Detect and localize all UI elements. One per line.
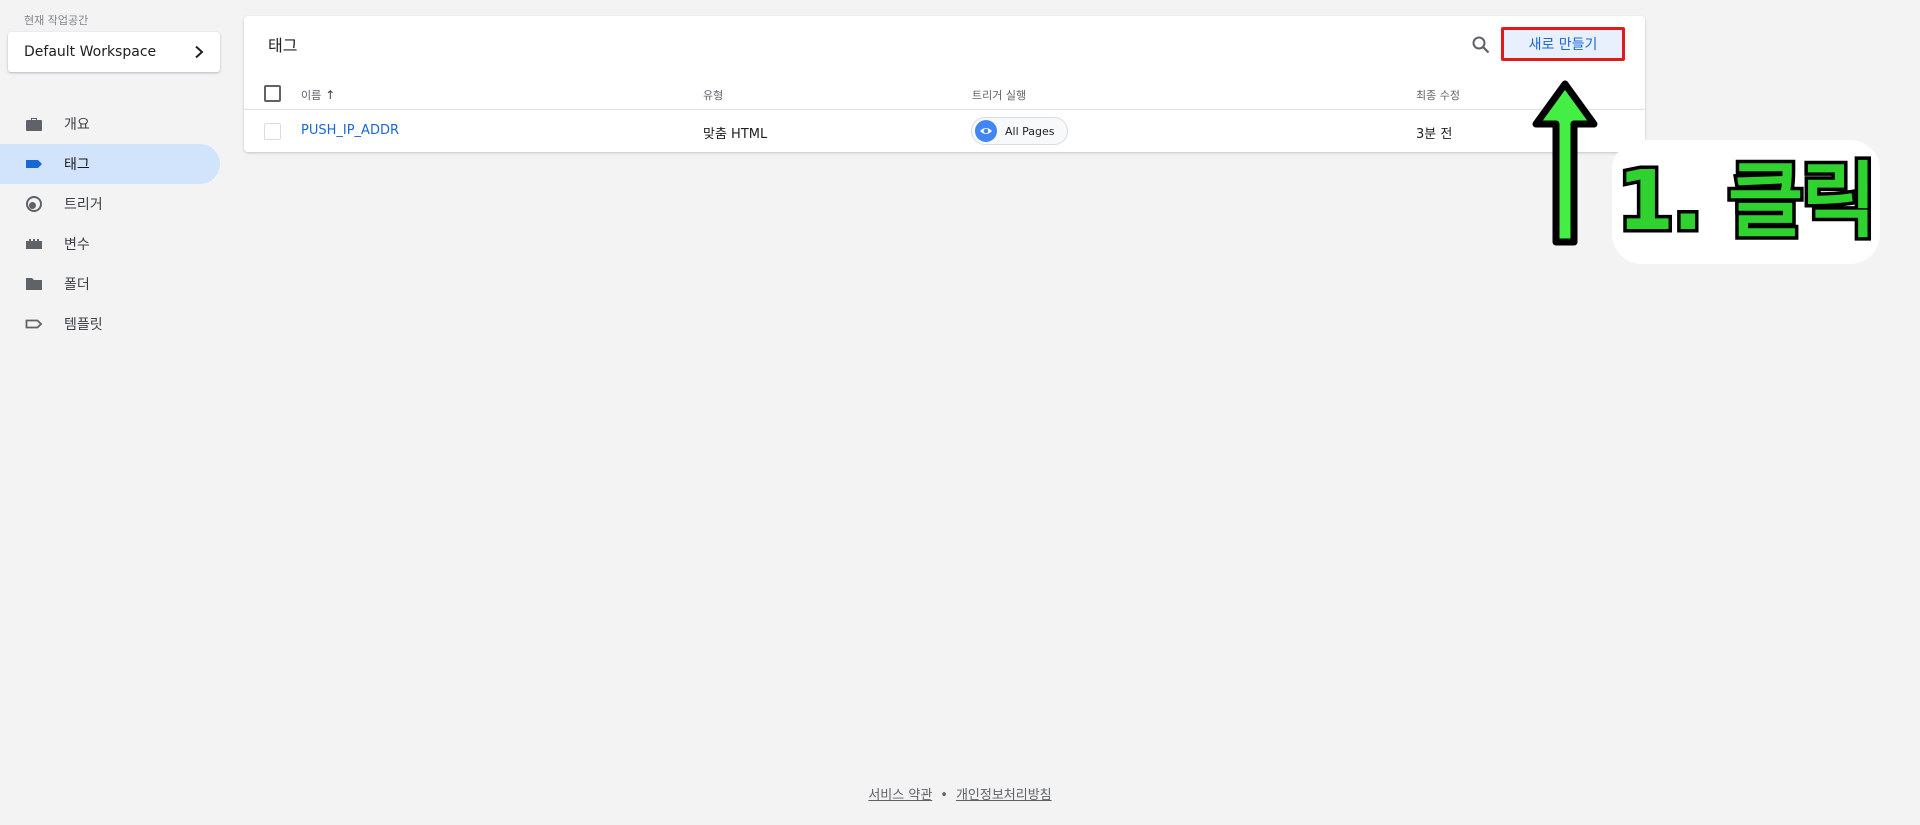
sidebar-nav: 개요 태그 트리거 변수 폴더 템플릿 <box>0 104 220 344</box>
column-header-modified[interactable]: 최종 수정 <box>1416 87 1460 103</box>
search-icon <box>1472 36 1490 54</box>
tags-card: 태그 새로 만들기 이름 ↑ 유형 트리거 실행 최종 수정 PUSH_IP_AD… <box>244 16 1645 152</box>
briefcase-icon <box>24 114 44 134</box>
sidebar-item-label: 태그 <box>64 157 90 173</box>
sidebar-item-label: 변수 <box>64 237 90 253</box>
trigger-chip-label: All Pages <box>1005 124 1055 138</box>
new-tag-button[interactable]: 새로 만들기 <box>1501 27 1625 61</box>
sidebar-item-folders[interactable]: 폴더 <box>0 264 220 304</box>
page-title: 태그 <box>268 36 298 55</box>
terms-link[interactable]: 서비스 약관 <box>868 788 932 803</box>
annotation-arrow-up-icon <box>1532 80 1598 246</box>
column-header-label: 이름 <box>301 89 322 102</box>
workspace-name: Default Workspace <box>24 44 157 60</box>
sidebar-item-label: 템플릿 <box>64 317 103 333</box>
last-modified: 3분 전 <box>1416 127 1453 142</box>
footer: 서비스 약관 • 개인정보처리방침 <box>0 784 1920 803</box>
eye-icon <box>975 120 997 142</box>
sidebar-item-triggers[interactable]: 트리거 <box>0 184 220 224</box>
variables-icon <box>24 234 44 254</box>
select-all-checkbox[interactable] <box>264 85 281 102</box>
sidebar-item-variables[interactable]: 변수 <box>0 224 220 264</box>
sidebar: 현재 작업공간 Default Workspace 개요 태그 트리거 변수 폴… <box>0 0 224 825</box>
trigger-chip[interactable]: All Pages <box>971 117 1068 145</box>
sidebar-item-label: 개요 <box>64 117 90 133</box>
privacy-link[interactable]: 개인정보처리방침 <box>956 788 1052 803</box>
sidebar-item-label: 폴더 <box>64 277 90 293</box>
search-button[interactable] <box>1466 30 1496 60</box>
annotation-text: 1. 클릭 <box>1614 154 1881 249</box>
workspace-selector[interactable]: Default Workspace <box>8 32 220 72</box>
template-icon <box>24 314 44 334</box>
sidebar-item-label: 트리거 <box>64 197 103 213</box>
trigger-icon <box>24 194 44 214</box>
tag-icon <box>24 154 44 174</box>
row-checkbox[interactable] <box>264 123 281 140</box>
arrow-up-icon: ↑ <box>325 88 336 102</box>
table-row: PUSH_IP_ADDR 맞춤 HTML All Pages 3분 전 <box>244 111 1645 152</box>
column-header-name[interactable]: 이름 ↑ <box>301 87 335 103</box>
chevron-right-icon <box>195 45 204 59</box>
column-header-type[interactable]: 유형 <box>703 87 723 103</box>
tag-name-link[interactable]: PUSH_IP_ADDR <box>301 123 399 138</box>
folder-icon <box>24 274 44 294</box>
footer-separator: • <box>940 788 948 803</box>
sidebar-item-tags[interactable]: 태그 <box>0 144 220 184</box>
sidebar-item-overview[interactable]: 개요 <box>0 104 220 144</box>
table-header: 이름 ↑ 유형 트리거 실행 최종 수정 <box>244 78 1645 110</box>
tag-type: 맞춤 HTML <box>703 127 768 142</box>
workspace-label: 현재 작업공간 <box>24 14 89 27</box>
column-header-trigger[interactable]: 트리거 실행 <box>972 87 1026 103</box>
annotation-callout: 1. 클릭 <box>1612 140 1880 264</box>
sidebar-item-templates[interactable]: 템플릿 <box>0 304 220 344</box>
